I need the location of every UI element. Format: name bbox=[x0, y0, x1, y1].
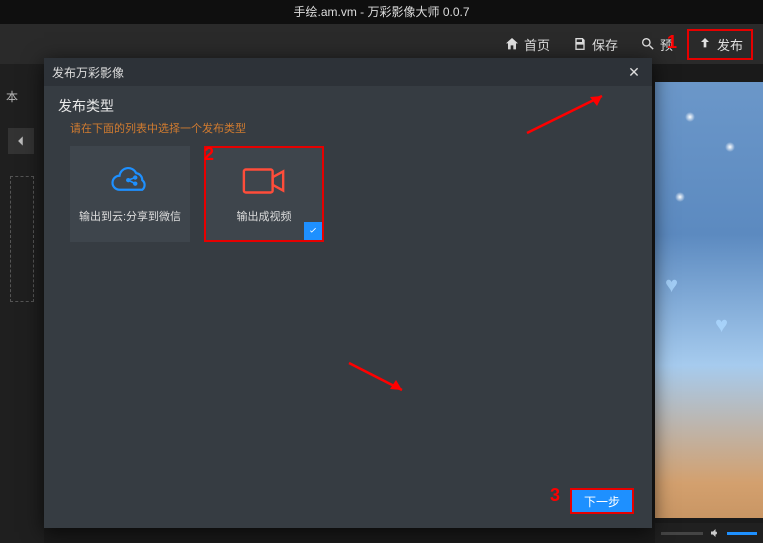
heart-icon: ♥ bbox=[665, 272, 678, 298]
home-icon bbox=[504, 36, 520, 52]
next-step-label: 下一步 bbox=[584, 493, 620, 510]
volume-icon[interactable] bbox=[709, 527, 721, 539]
preview-panel: ♥ ♥ bbox=[655, 82, 763, 518]
save-icon bbox=[572, 36, 588, 52]
left-column: 本 bbox=[0, 64, 44, 543]
publish-button[interactable]: 发布 bbox=[689, 31, 751, 58]
check-icon bbox=[308, 226, 318, 236]
annotation-2: 2 bbox=[204, 144, 214, 165]
progress-track[interactable] bbox=[661, 532, 703, 535]
sparkle-icon bbox=[675, 192, 685, 202]
publish-type-cards: 输出到云:分享到微信 输出成视频 bbox=[58, 146, 638, 242]
selected-check bbox=[304, 222, 322, 240]
sparkle-icon bbox=[725, 142, 735, 152]
sparkle-icon bbox=[685, 112, 695, 122]
annotation-3: 3 bbox=[550, 485, 560, 506]
home-label: 首页 bbox=[524, 35, 550, 54]
dashed-placeholder bbox=[10, 176, 34, 302]
dialog-titlebar: 发布万彩影像 ✕ bbox=[44, 58, 652, 86]
home-button[interactable]: 首页 bbox=[496, 31, 558, 58]
annotation-1: 1 bbox=[667, 32, 677, 53]
card-output-cloud[interactable]: 输出到云:分享到微信 bbox=[70, 146, 190, 242]
video-icon bbox=[241, 164, 287, 198]
preview-icon bbox=[640, 36, 656, 52]
card-cloud-label: 输出到云:分享到微信 bbox=[79, 208, 181, 224]
publish-highlight-box: 发布 bbox=[687, 29, 753, 60]
publish-label: 发布 bbox=[717, 35, 743, 54]
player-bar bbox=[655, 523, 763, 543]
annotation-arrow-1 bbox=[522, 88, 612, 138]
cloud-share-icon bbox=[109, 164, 151, 198]
card-output-video[interactable]: 输出成视频 bbox=[204, 146, 324, 242]
heart-icon: ♥ bbox=[715, 312, 728, 338]
left-partial-text: 本 bbox=[0, 64, 44, 105]
next-step-button[interactable]: 下一步 bbox=[570, 488, 634, 514]
dialog-close-button[interactable]: ✕ bbox=[624, 62, 644, 82]
volume-slider[interactable] bbox=[727, 532, 757, 535]
card-video-label: 输出成视频 bbox=[237, 208, 292, 224]
upload-icon bbox=[697, 36, 713, 52]
publish-dialog: 发布万彩影像 ✕ 发布类型 请在下面的列表中选择一个发布类型 输出到云:分享到微… bbox=[44, 58, 652, 528]
save-button[interactable]: 保存 bbox=[564, 31, 626, 58]
window-title-bar: 手绘.am.vm - 万彩影像大师 0.0.7 bbox=[0, 0, 763, 24]
arrow-left-icon bbox=[14, 134, 28, 148]
back-button[interactable] bbox=[8, 128, 34, 154]
dialog-title: 发布万彩影像 bbox=[52, 64, 124, 81]
save-label: 保存 bbox=[592, 35, 618, 54]
window-title: 手绘.am.vm - 万彩影像大师 0.0.7 bbox=[293, 5, 469, 19]
annotation-arrow-2 bbox=[344, 358, 414, 398]
close-icon: ✕ bbox=[628, 64, 640, 81]
